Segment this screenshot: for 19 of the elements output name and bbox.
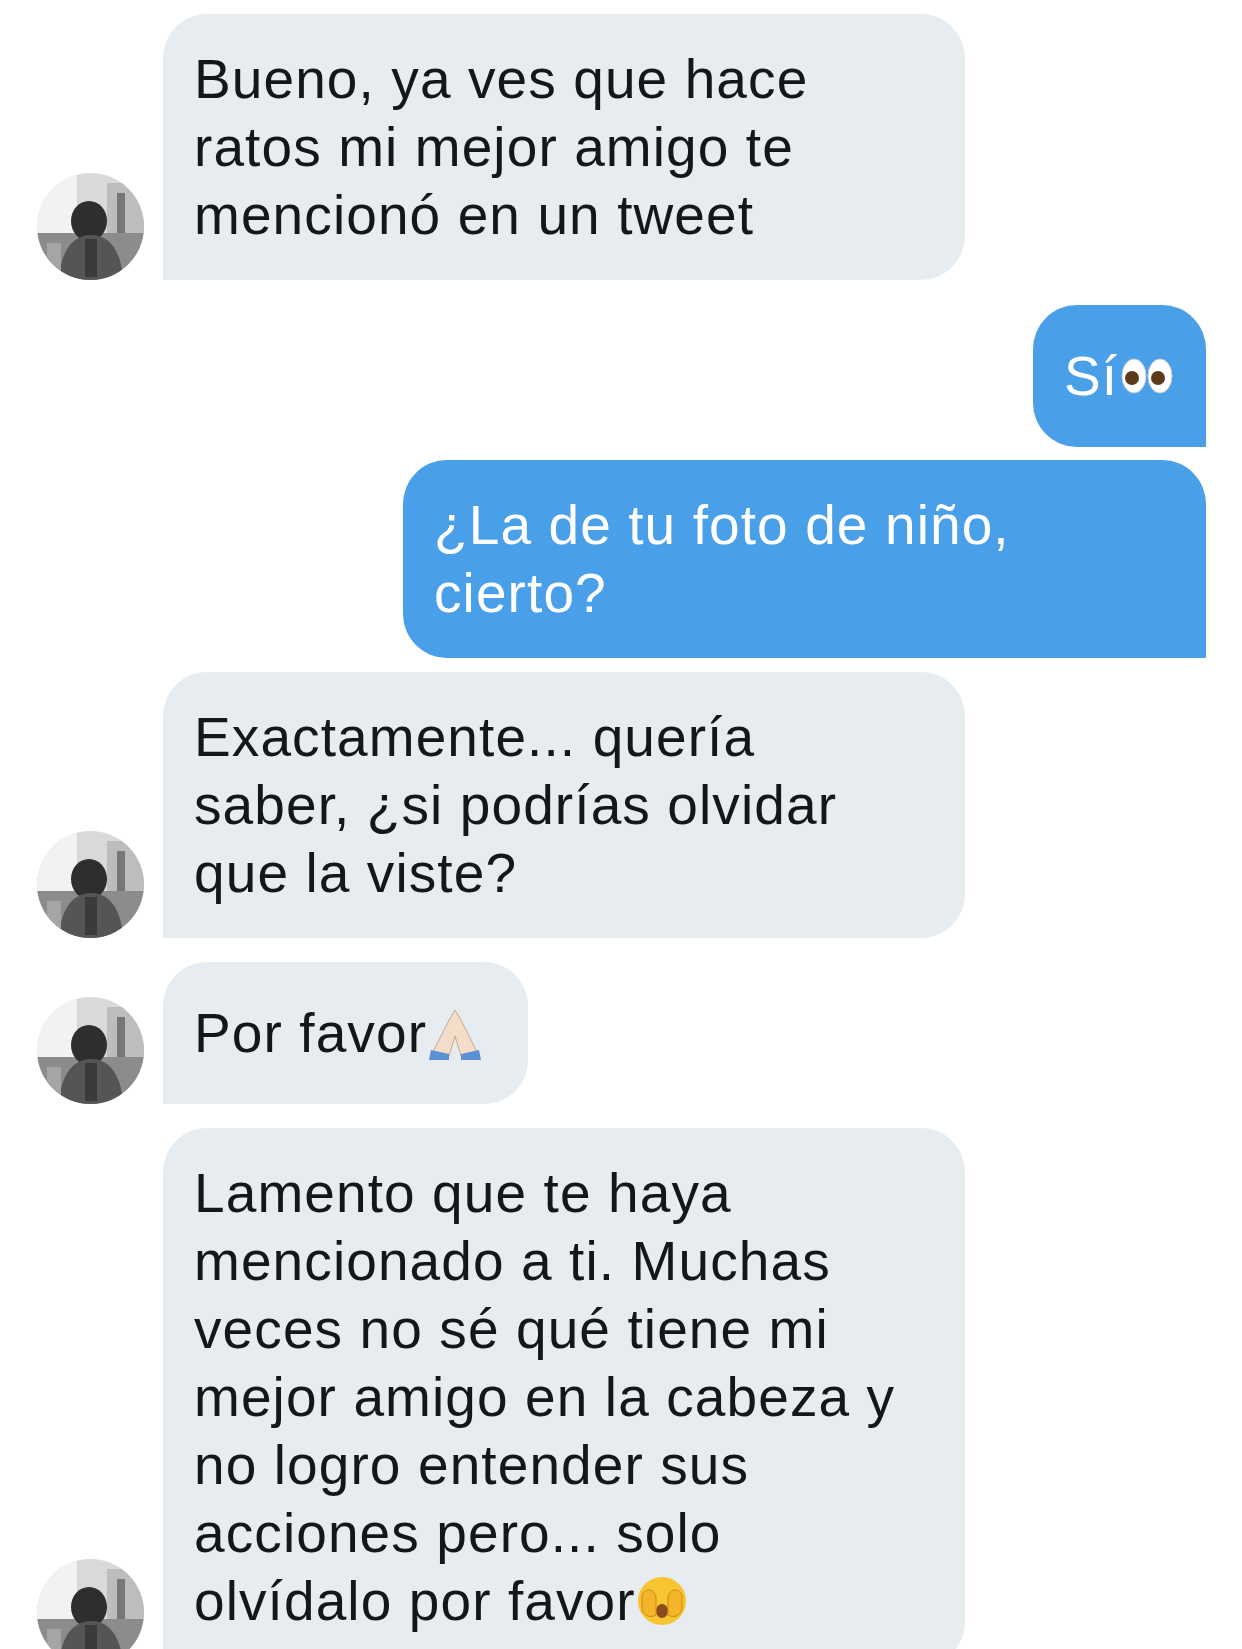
message-text: acciones pero... solo [194,1501,722,1566]
message-text: que la viste? [194,841,518,906]
message-text: no logro entender sus [194,1433,750,1498]
message-text: Bueno, ya ves que hace [194,47,809,112]
message-text: Exactamente... quería [194,705,756,770]
message-text: mencionado a ti. Muchas [194,1229,831,1294]
message-text: Por favor [194,1001,428,1066]
face-with-hands-icon [635,1575,688,1627]
message-text: Sí [1064,344,1119,409]
message-text: olvídalo por favor [194,1569,636,1634]
message-text: mejor amigo en la cabeza y [194,1365,896,1430]
message-text: ratos mi mejor amigo te [194,115,794,180]
message-text: mencionó en un tweet [194,183,755,248]
eyes-icon [1120,356,1175,396]
message-text: cierto? [434,561,607,626]
message-text: veces no sé qué tiene mi [194,1297,829,1362]
message-text: saber, ¿si podrías olvidar [194,773,838,838]
message-text: Lamento que te haya [194,1161,732,1226]
message-text: ¿La de tu foto de niño, [434,493,1010,558]
